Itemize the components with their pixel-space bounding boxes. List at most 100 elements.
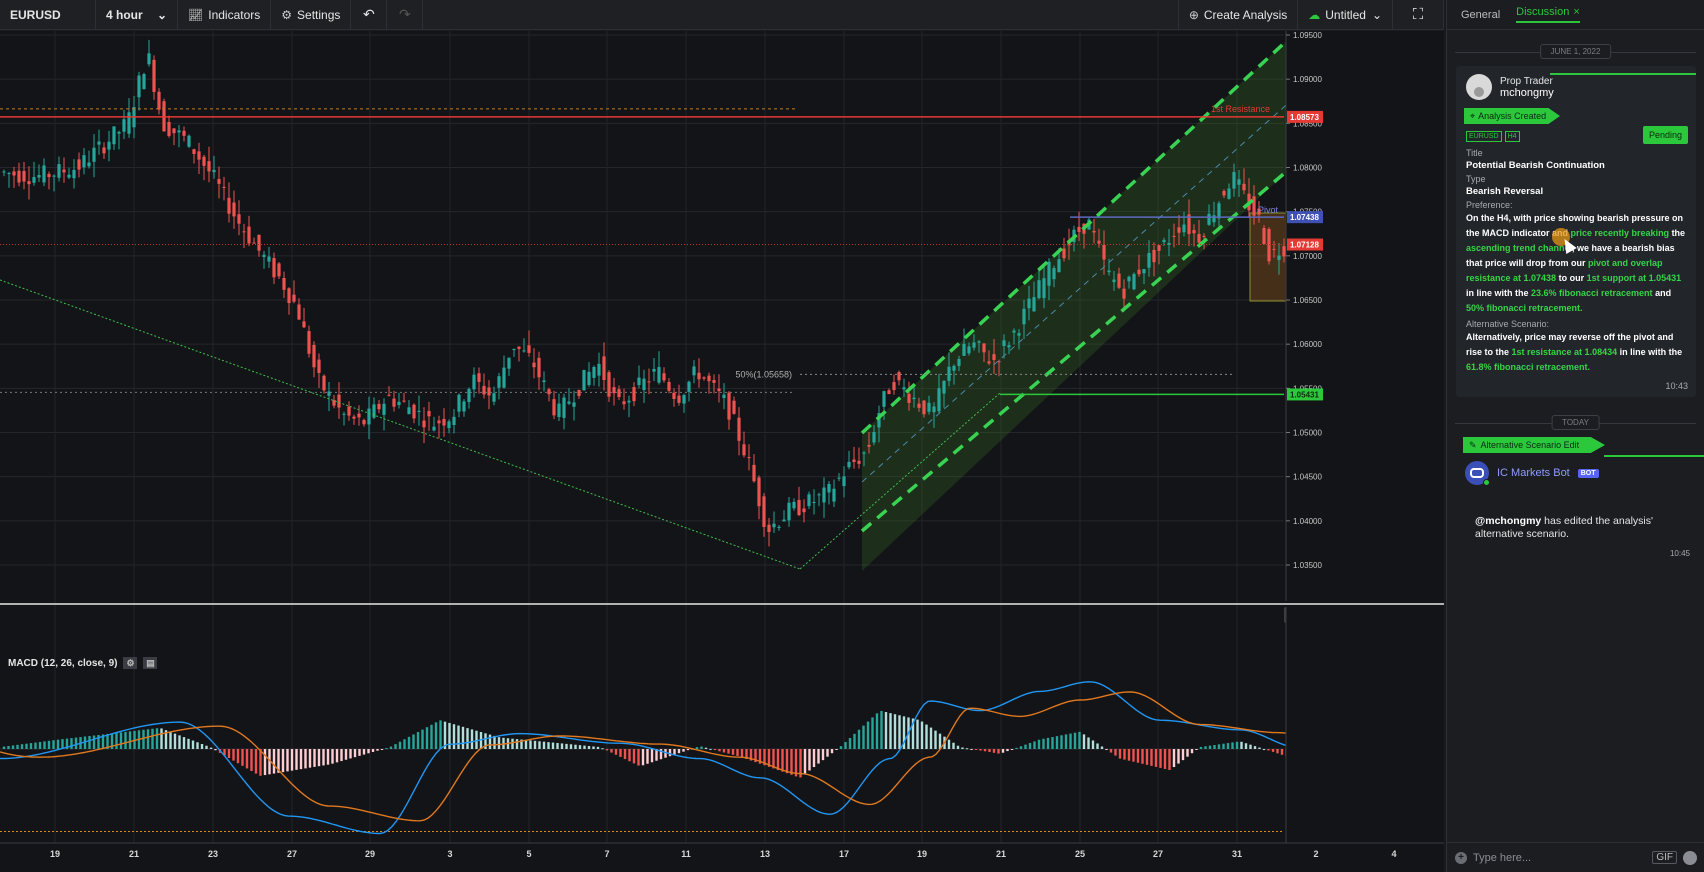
macd-bar (920, 721, 924, 749)
candle-body (987, 361, 991, 364)
chart-area[interactable]: 1st ResistancePivot1st Support50%(1.0565… (0, 31, 1444, 872)
macd-bar (493, 735, 496, 749)
layout-selector[interactable]: ☁ Untitled ⌄ (1297, 0, 1392, 30)
candle-body (257, 234, 261, 251)
candle-body (407, 407, 411, 415)
macd-bar (565, 743, 568, 749)
candle-body (617, 389, 621, 398)
candle-body (1097, 240, 1101, 244)
candle-body (187, 135, 191, 147)
macd-bar (398, 741, 402, 749)
candle-body (692, 366, 696, 376)
pin-icon: ⌖ (1470, 110, 1476, 121)
tag-symbol: EURUSD (1466, 131, 1502, 142)
trash-icon[interactable]: ▤ (143, 657, 158, 669)
candle-body (337, 394, 341, 408)
undo-button[interactable]: ↶ (351, 0, 388, 30)
time-tick-label: 7 (604, 849, 609, 859)
gear-icon[interactable]: ⚙ (123, 657, 138, 669)
candle-body (1232, 172, 1236, 189)
create-analysis-label: Create Analysis (1203, 7, 1288, 22)
macd-bar (1190, 749, 1194, 754)
macd-bar (556, 743, 559, 749)
redo-button[interactable]: ↷ (387, 0, 424, 30)
emoji-icon[interactable] (1683, 850, 1697, 865)
message-input[interactable] (1473, 851, 1647, 864)
macd-bar (718, 749, 721, 752)
bot-name[interactable]: IC Markets Bot (1497, 467, 1570, 479)
macd-bar (524, 739, 528, 749)
candle-body (417, 410, 421, 412)
macd-bar (178, 735, 181, 749)
macd-bar (394, 744, 397, 749)
candle-body (782, 519, 786, 522)
highlight-run: 50% fibonacci retracement. (1466, 303, 1583, 313)
time-tick-label: 19 (50, 849, 60, 859)
macd-bar (56, 739, 60, 749)
macd-bar (682, 749, 685, 752)
candle-body (767, 524, 771, 533)
macd-bar (974, 749, 978, 750)
tab-discussion[interactable]: Discussion × (1516, 6, 1580, 23)
cloud-check-icon: ☁ (1308, 7, 1321, 22)
candle-body (1162, 240, 1166, 243)
user-icon (1474, 87, 1484, 97)
macd-bar (331, 749, 334, 764)
candle-body (287, 288, 291, 303)
candle-body (367, 408, 371, 425)
create-analysis-button[interactable]: ⊕ Create Analysis (1177, 0, 1297, 30)
close-icon[interactable]: × (1573, 6, 1579, 18)
settings-button[interactable]: ⚙ Settings (271, 0, 352, 30)
macd-bar (313, 749, 316, 767)
candle-body (687, 381, 691, 392)
macd-bar (650, 749, 654, 763)
macd-bar (601, 748, 604, 750)
mention[interactable]: @mchongmy (1475, 515, 1541, 527)
candle-body (1127, 276, 1131, 282)
macd-bar (848, 737, 852, 749)
macd-bar (637, 749, 640, 766)
macd-bar (88, 736, 91, 749)
candle-body (1012, 330, 1016, 333)
macd-bar (227, 749, 231, 759)
candle-body (792, 501, 796, 509)
candle-body (832, 488, 836, 502)
preference-text: On the H4, with price showing bearish pr… (1466, 211, 1688, 316)
price-chart[interactable]: 1st ResistancePivot1st Support50%(1.0565… (0, 31, 1444, 872)
macd-bar (353, 749, 357, 758)
candle-body (652, 368, 656, 372)
gif-button[interactable]: GIF (1652, 851, 1677, 864)
macd-bar (736, 749, 739, 757)
candle-body (182, 130, 186, 136)
candle-body (592, 366, 596, 378)
candle-body (237, 214, 241, 224)
macd-bar (47, 740, 51, 749)
highlight-run: 23.6% fibonacci retracement (1531, 288, 1653, 298)
macd-bar (358, 749, 361, 756)
macd-bar (448, 722, 451, 749)
time-tick-label: 2 (1313, 849, 1318, 859)
candle-body (1212, 215, 1216, 223)
attach-plus-icon[interactable]: + (1455, 851, 1467, 864)
macd-bar (380, 749, 384, 750)
time-tick-label: 5 (526, 849, 531, 859)
bot-avatar (1465, 461, 1490, 486)
candle-body (222, 186, 226, 188)
symbol-selector[interactable]: EURUSD (0, 0, 96, 30)
candle-body (857, 460, 861, 464)
macd-bar (43, 741, 46, 749)
macd-bar (740, 749, 744, 758)
indicators-button[interactable]: 📈︎ Indicators (178, 0, 272, 30)
fullscreen-button[interactable]: ⛶ (1392, 0, 1444, 30)
macd-bar (214, 749, 217, 751)
candle-body (577, 389, 581, 396)
macd-bar (1118, 749, 1122, 759)
macd-bar (362, 749, 366, 755)
candle-body (1277, 255, 1281, 260)
macd-bar (371, 749, 375, 752)
interval-selector[interactable]: 4 hour ⌄ (96, 0, 178, 30)
macd-bar (1280, 749, 1284, 755)
author-role: Prop Trader (1500, 75, 1553, 87)
tab-general[interactable]: General (1461, 9, 1500, 21)
macd-bar (983, 749, 987, 752)
